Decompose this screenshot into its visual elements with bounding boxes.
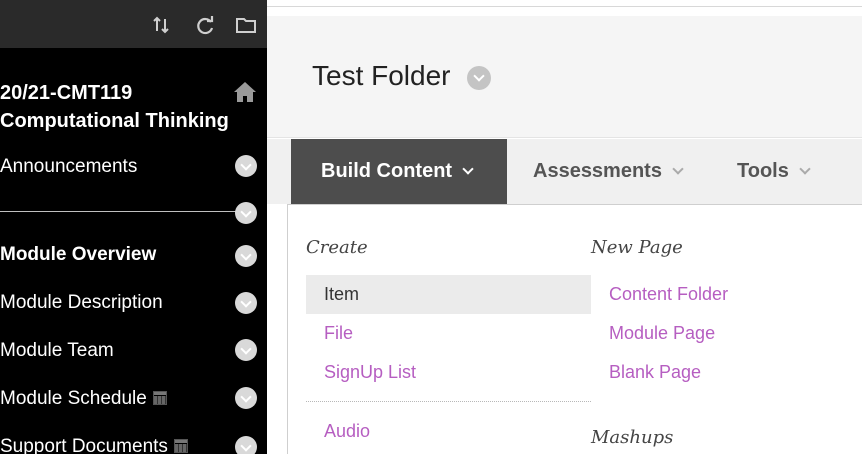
menu-item-item[interactable]: Item xyxy=(306,275,591,314)
tools-button[interactable]: Tools xyxy=(737,139,811,204)
content-area: Test Folder Build Content Assessments To… xyxy=(267,0,862,454)
chevron-down-icon xyxy=(462,163,474,175)
chevron-down-icon[interactable] xyxy=(235,292,257,314)
menu-item-module-page[interactable]: Module Page xyxy=(591,314,715,353)
course-code: 20/21-CMT119 xyxy=(0,82,133,104)
sidebar-item-module-overview[interactable]: Module Overview xyxy=(0,241,267,271)
chevron-down-icon[interactable] xyxy=(235,387,257,409)
menu-item-audio[interactable]: Audio xyxy=(306,412,370,451)
sidebar-toolbar xyxy=(0,0,267,48)
chevron-down-icon[interactable] xyxy=(235,202,257,224)
assessments-label: Assessments xyxy=(533,160,662,182)
menu-item-blank-page[interactable]: Blank Page xyxy=(591,353,701,392)
chevron-down-icon[interactable] xyxy=(467,66,491,90)
mashups-heading: Mashups xyxy=(591,427,674,448)
tools-label: Tools xyxy=(737,160,789,182)
course-title[interactable]: 20/21-CMT119 Computational Thinking xyxy=(0,79,235,135)
menu-item-file[interactable]: File xyxy=(306,314,353,353)
sidebar-item-module-schedule[interactable]: Module Schedule xyxy=(0,385,267,415)
action-bar: Build Content Assessments Tools xyxy=(267,139,862,204)
sidebar-item-label: Module Team xyxy=(0,340,114,361)
sidebar-item-module-description[interactable]: Module Description xyxy=(0,289,267,319)
assessments-button[interactable]: Assessments xyxy=(533,139,684,204)
build-content-button[interactable]: Build Content xyxy=(291,139,507,204)
sidebar-item-announcements[interactable]: Announcements xyxy=(0,153,267,183)
sidebar-item-label: Module Overview xyxy=(0,244,157,265)
chevron-down-icon[interactable] xyxy=(235,339,257,361)
sidebar-divider xyxy=(0,211,236,212)
sort-arrows-icon[interactable] xyxy=(150,14,172,36)
course-name: Computational Thinking xyxy=(0,110,229,132)
sidebar-item-label: Support Documents xyxy=(0,436,168,454)
chevron-down-icon[interactable] xyxy=(235,245,257,267)
chevron-down-icon xyxy=(799,163,811,175)
sidebar-item-support-documents[interactable]: Support Documents xyxy=(0,433,267,454)
home-icon[interactable] xyxy=(232,80,258,104)
new-page-heading: New Page xyxy=(591,237,683,258)
calendar-icon xyxy=(152,391,167,405)
calendar-icon xyxy=(173,439,188,453)
menu-item-signup-list[interactable]: SignUp List xyxy=(306,353,416,392)
chevron-down-icon xyxy=(672,163,684,175)
course-menu-sidebar: 20/21-CMT119 Computational Thinking Anno… xyxy=(0,0,267,454)
top-divider xyxy=(267,6,862,7)
chevron-down-icon[interactable] xyxy=(235,155,257,177)
sidebar-item-label: Module Schedule xyxy=(0,388,147,409)
chevron-down-icon[interactable] xyxy=(235,436,257,454)
folder-icon[interactable] xyxy=(235,14,257,36)
sidebar-item-label: Announcements xyxy=(0,156,138,177)
menu-item-content-folder[interactable]: Content Folder xyxy=(591,275,728,314)
create-heading: Create xyxy=(306,237,368,258)
build-content-menu: Create New Page Item File SignUp List Au… xyxy=(287,204,862,454)
sidebar-item-module-team[interactable]: Module Team xyxy=(0,337,267,367)
sidebar-item-label: Module Description xyxy=(0,292,163,313)
build-content-label: Build Content xyxy=(321,160,453,182)
page-title[interactable]: Test Folder xyxy=(312,60,451,92)
menu-divider xyxy=(306,401,591,402)
refresh-icon[interactable] xyxy=(194,14,216,36)
